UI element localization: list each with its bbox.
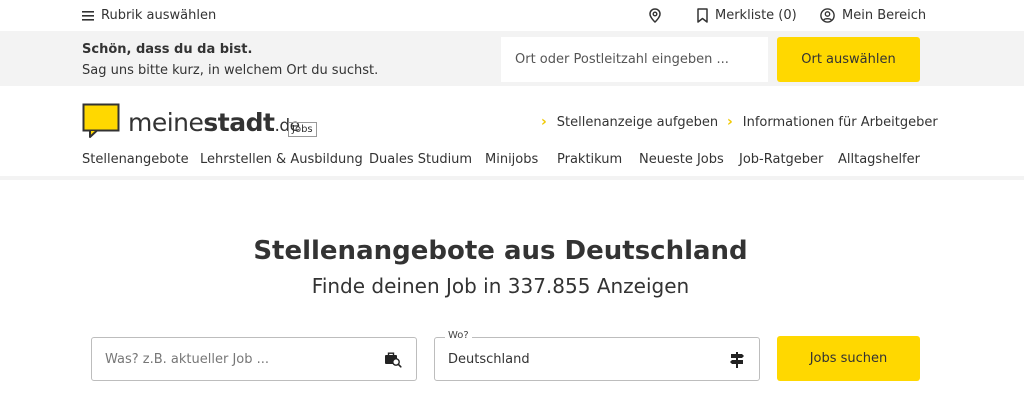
location-input[interactable] [501, 37, 768, 82]
nav-item-alltagshelfer[interactable]: Alltagshelfer [838, 152, 920, 167]
nav-item-minijobs[interactable]: Minijobs [485, 152, 538, 167]
employer-info-label: Informationen für Arbeitgeber [742, 114, 938, 130]
search-jobs-button[interactable]: Jobs suchen [777, 336, 920, 381]
briefcase-search-icon [385, 352, 402, 368]
location-button[interactable] [649, 8, 668, 23]
logo-wordmark[interactable]: meinestadt.de [128, 108, 300, 137]
post-job-ad-link[interactable]: › Stellenanzeige aufgeben [541, 114, 718, 130]
nav-item-praktikum[interactable]: Praktikum [557, 152, 622, 167]
user-circle-icon [820, 8, 835, 23]
nav-divider [0, 176, 1024, 180]
where-field-label: Wo? [445, 330, 472, 341]
nav-item-stellenangebote[interactable]: Stellenangebote [82, 152, 189, 180]
jobs-badge: Jobs [288, 122, 317, 137]
location-prompt-title: Schön, dass du da bist. [82, 42, 253, 57]
top-utility-bar: Rubrik auswählen Merkliste (0) Mein Bere… [0, 0, 1024, 31]
location-pin-icon [649, 8, 661, 23]
logo-word-meine: meine [128, 108, 204, 137]
nav-item-job-ratgeber[interactable]: Job-Ratgeber [739, 152, 823, 167]
rubrik-select-button[interactable]: Rubrik auswählen [82, 8, 216, 23]
location-prompt-subtitle: Sag uns bitte kurz, in welchem Ort du su… [82, 63, 379, 78]
chevron-right-icon: › [541, 114, 547, 130]
what-search-field [91, 337, 417, 381]
what-search-input[interactable] [92, 338, 416, 380]
rubrik-select-label: Rubrik auswählen [101, 8, 217, 23]
where-search-input[interactable] [435, 338, 759, 380]
nav-item-duales-studium[interactable]: Duales Studium [369, 152, 472, 167]
merkliste-link[interactable]: Merkliste (0) [697, 8, 797, 23]
logo-link[interactable] [82, 103, 120, 139]
signpost-icon [730, 352, 744, 368]
merkliste-label: Merkliste (0) [715, 8, 797, 23]
nav-item-neueste-jobs[interactable]: Neueste Jobs [639, 152, 724, 167]
post-job-ad-label: Stellenanzeige aufgeben [556, 114, 719, 130]
nav-item-lehrstellen[interactable]: Lehrstellen & Ausbildung [200, 152, 363, 167]
page-subtitle: Finde deinen Job in 337.855 Anzeigen [311, 274, 690, 298]
mein-bereich-link[interactable]: Mein Bereich [820, 8, 926, 23]
employer-info-link[interactable]: › Informationen für Arbeitgeber [727, 114, 938, 130]
speech-bubble-logo-icon [82, 103, 120, 138]
logo-word-stadt: stadt [203, 108, 275, 137]
chevron-right-icon: › [727, 114, 733, 130]
mein-bereich-label: Mein Bereich [842, 8, 927, 23]
page-title: Stellenangebote aus Deutschland [253, 236, 748, 266]
select-location-button[interactable]: Ort auswählen [777, 37, 920, 82]
where-search-field [434, 337, 760, 381]
location-prompt-band: Schön, dass du da bist. Sag uns bitte ku… [0, 31, 1024, 86]
bookmark-icon [697, 8, 708, 23]
hamburger-menu-icon [82, 10, 94, 21]
